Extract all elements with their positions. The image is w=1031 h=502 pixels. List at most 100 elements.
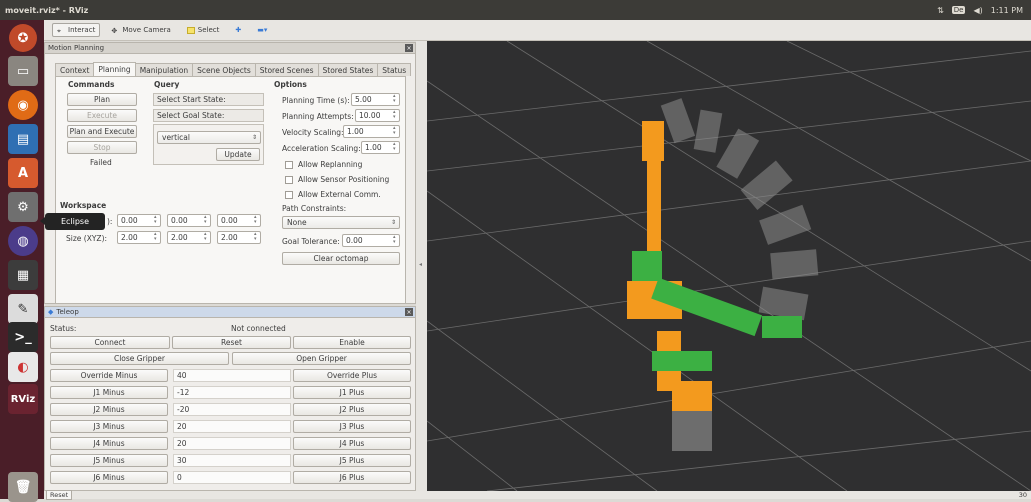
j2-value: -20 (173, 403, 291, 416)
override-minus-button[interactable]: Override Minus (50, 369, 168, 382)
tab-context[interactable]: Context (55, 63, 95, 76)
j2-minus-button[interactable]: J2 Minus (50, 403, 168, 416)
terminal-icon[interactable]: >_ (8, 322, 38, 352)
acceleration-scaling-input[interactable]: 1.00 (361, 141, 400, 154)
tab-status[interactable]: Status (377, 63, 412, 76)
move-camera-tool[interactable]: ✥ Move Camera (106, 23, 175, 37)
top-bar: moveit.rviz* - RViz ⇅ De ◀) 1:11 PM (0, 0, 1031, 20)
planning-attempts-input[interactable]: 10.00 (355, 109, 400, 122)
close-icon[interactable]: × (405, 44, 413, 52)
workspace-center-label: ): (107, 217, 113, 226)
options-header: Options (274, 80, 307, 89)
j2-plus-button[interactable]: J2 Plus (293, 403, 411, 416)
teleop-row: J4 Minus 20 J4 Plus (49, 437, 414, 451)
center-y-input[interactable]: 0.00 (167, 214, 211, 227)
files-icon[interactable]: ▭ (8, 56, 38, 86)
j1-plus-button[interactable]: J1 Plus (293, 386, 411, 399)
robot-arm-ghosts (660, 98, 819, 321)
move-camera-icon: ✥ (111, 26, 118, 35)
system-settings-icon[interactable]: ⚙ (8, 192, 38, 222)
size-y-input[interactable]: 2.00 (167, 231, 211, 244)
software-center-icon[interactable]: A (8, 158, 38, 188)
tab-stored-states[interactable]: Stored States (317, 63, 379, 76)
j4-plus-button[interactable]: J4 Plus (293, 437, 411, 450)
query-header: Query (154, 80, 180, 89)
velocity-scaling-input[interactable]: 1.00 (343, 125, 400, 138)
teleop-row: J5 Minus 30 J5 Plus (49, 454, 414, 468)
j3-minus-button[interactable]: J3 Minus (50, 420, 168, 433)
launcher: ✪ ▭ ◉ ▤ A ⚙ ◍ ▦ ✎ >_ ◐ RViz 🗑 (0, 20, 44, 502)
goal-state-select[interactable]: vertical (157, 131, 261, 144)
window-title: moveit.rviz* - RViz (5, 5, 89, 15)
reset-button[interactable]: Reset (172, 336, 291, 349)
override-value: 40 (173, 369, 291, 382)
j6-minus-button[interactable]: J6 Minus (50, 471, 168, 484)
teleop-status-label: Status: (50, 324, 77, 333)
planning-time-label: Planning Time (s): (282, 96, 350, 105)
j3-plus-button[interactable]: J3 Plus (293, 420, 411, 433)
keyboard-layout-indicator[interactable]: De (951, 6, 966, 14)
calculator-icon[interactable]: ▦ (8, 260, 38, 290)
remove-tool-button[interactable]: ▬▾ (252, 23, 272, 37)
panel-splitter[interactable]: ◂ (416, 41, 427, 491)
system-indicators: ⇅ De ◀) 1:11 PM (937, 6, 1031, 15)
add-tool-button[interactable]: ✚ (230, 23, 246, 37)
close-gripper-button[interactable]: Close Gripper (50, 352, 229, 365)
override-plus-button[interactable]: Override Plus (293, 369, 411, 382)
qt-creator-icon[interactable]: ◐ (8, 352, 38, 382)
clear-octomap-button[interactable]: Clear octomap (282, 252, 400, 265)
status-bar: Reset 30 (44, 490, 1031, 500)
trash-icon[interactable]: 🗑 (8, 472, 38, 502)
j5-minus-button[interactable]: J5 Minus (50, 454, 168, 467)
path-constraints-label: Path Constraints: (282, 204, 347, 213)
collapse-arrow-icon[interactable]: ◂ (419, 261, 422, 268)
planning-tab-body: Commands Plan Execute Plan and Execute S… (55, 76, 406, 304)
allow-external-comm-checkbox[interactable]: Allow External Comm. (285, 190, 381, 199)
execute-button[interactable]: Execute (67, 109, 137, 122)
tab-planning[interactable]: Planning (93, 62, 136, 76)
allow-replanning-checkbox[interactable]: Allow Replanning (285, 160, 362, 169)
motion-planning-header: Motion Planning × (45, 43, 415, 54)
plan-button[interactable]: Plan (67, 93, 137, 106)
interact-tool[interactable]: ⌖ Interact (52, 23, 101, 37)
teleop-header: ◆ Teleop × (45, 307, 415, 318)
goal-tolerance-input[interactable]: 0.00 (342, 234, 400, 247)
rviz-icon[interactable]: RViz (8, 384, 38, 414)
eclipse-icon[interactable]: ◍ (8, 226, 38, 256)
dash-home-icon[interactable]: ✪ (9, 24, 37, 52)
open-gripper-button[interactable]: Open Gripper (232, 352, 411, 365)
network-icon[interactable]: ⇅ (937, 6, 944, 15)
size-x-input[interactable]: 2.00 (117, 231, 161, 244)
update-button[interactable]: Update (216, 148, 260, 161)
connect-button[interactable]: Connect (50, 336, 170, 349)
text-editor-icon[interactable]: ✎ (8, 294, 38, 324)
firefox-icon[interactable]: ◉ (8, 90, 38, 120)
stop-button[interactable]: Stop (67, 141, 137, 154)
planning-attempts-label: Planning Attempts: (282, 112, 354, 121)
allow-sensor-positioning-checkbox[interactable]: Allow Sensor Positioning (285, 175, 389, 184)
j4-minus-button[interactable]: J4 Minus (50, 437, 168, 450)
plan-and-execute-button[interactable]: Plan and Execute (67, 125, 137, 138)
j3-value: 20 (173, 420, 291, 433)
clock[interactable]: 1:11 PM (991, 6, 1023, 15)
j6-plus-button[interactable]: J6 Plus (293, 471, 411, 484)
size-z-input[interactable]: 2.00 (217, 231, 261, 244)
path-constraints-select[interactable]: None (282, 216, 400, 229)
j1-minus-button[interactable]: J1 Minus (50, 386, 168, 399)
close-icon[interactable]: × (405, 308, 413, 316)
select-tool[interactable]: Select (182, 23, 225, 37)
volume-icon[interactable]: ◀) (973, 6, 982, 15)
rviz-3d-viewport[interactable] (427, 41, 1031, 491)
j5-plus-button[interactable]: J5 Plus (293, 454, 411, 467)
enable-button[interactable]: Enable (293, 336, 411, 349)
teleop-row: Override Minus 40 Override Plus (49, 369, 414, 383)
tab-manipulation[interactable]: Manipulation (134, 63, 194, 76)
commands-header: Commands (68, 80, 115, 89)
center-z-input[interactable]: 0.00 (217, 214, 261, 227)
planning-time-input[interactable]: 5.00 (351, 93, 400, 106)
libreoffice-writer-icon[interactable]: ▤ (8, 124, 38, 154)
tab-stored-scenes[interactable]: Stored Scenes (254, 63, 319, 76)
tab-scene-objects[interactable]: Scene Objects (192, 63, 256, 76)
teleop-panel: ◆ Teleop × Status: Not connected Connect… (44, 306, 416, 491)
center-x-input[interactable]: 0.00 (117, 214, 161, 227)
